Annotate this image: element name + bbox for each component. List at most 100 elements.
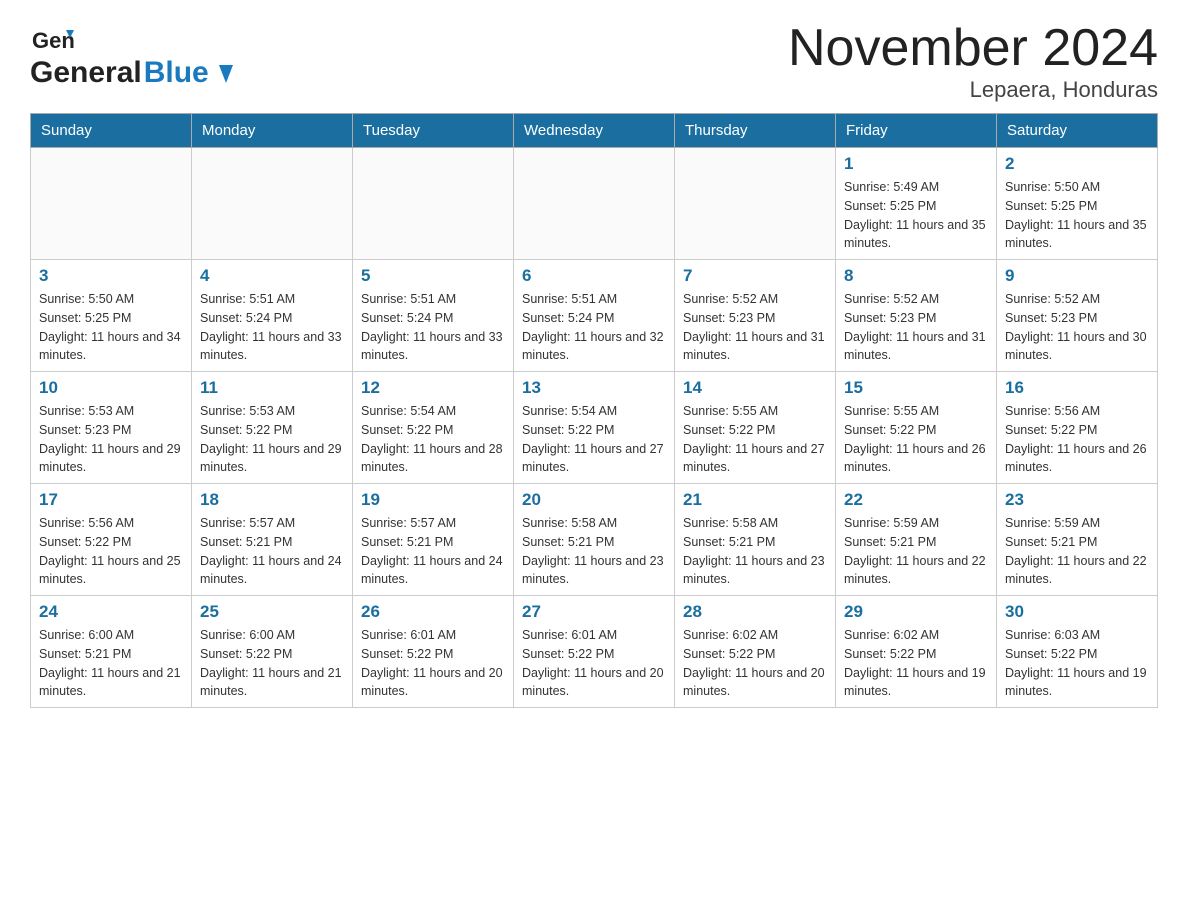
day-info: Sunrise: 5:59 AMSunset: 5:21 PMDaylight:… <box>844 514 988 589</box>
day-info: Sunrise: 5:52 AMSunset: 5:23 PMDaylight:… <box>1005 290 1149 365</box>
calendar-cell: 19 Sunrise: 5:57 AMSunset: 5:21 PMDayligh… <box>353 484 514 596</box>
calendar-cell: 11Sunrise: 5:53 AMSunset: 5:22 PMDayligh… <box>192 372 353 484</box>
calendar-cell: 16Sunrise: 5:56 AMSunset: 5:22 PMDayligh… <box>997 372 1158 484</box>
calendar-cell: 1Sunrise: 5:49 AMSunset: 5:25 PMDaylight… <box>836 148 997 260</box>
calendar-header: SundayMondayTuesdayWednesdayThursdayFrid… <box>31 114 1158 148</box>
weekday-header-friday: Friday <box>836 114 997 148</box>
weekday-header-wednesday: Wednesday <box>514 114 675 148</box>
day-number: 15 <box>844 378 988 398</box>
calendar-cell <box>675 148 836 260</box>
day-number: 14 <box>683 378 827 398</box>
day-number: 7 <box>683 266 827 286</box>
logo-triangle-icon <box>219 65 233 83</box>
day-info: Sunrise: 5:52 AMSunset: 5:23 PMDaylight:… <box>683 290 827 365</box>
calendar-cell <box>514 148 675 260</box>
day-info: Sunrise: 5:54 AMSunset: 5:22 PMDaylight:… <box>522 402 666 477</box>
day-info: Sunrise: 6:00 AMSunset: 5:21 PMDaylight:… <box>39 626 183 701</box>
day-info: Sunrise: 5:56 AMSunset: 5:22 PMDaylight:… <box>39 514 183 589</box>
day-info: Sunrise: 5:58 AMSunset: 5:21 PMDaylight:… <box>683 514 827 589</box>
day-info: Sunrise: 6:01 AMSunset: 5:22 PMDaylight:… <box>522 626 666 701</box>
day-info: Sunrise: 5:54 AMSunset: 5:22 PMDaylight:… <box>361 402 505 477</box>
calendar-cell: 17 Sunrise: 5:56 AMSunset: 5:22 PMDayligh… <box>31 484 192 596</box>
day-info: Sunrise: 5:58 AMSunset: 5:21 PMDaylight:… <box>522 514 666 589</box>
calendar-cell: 26Sunrise: 6:01 AMSunset: 5:22 PMDayligh… <box>353 596 514 708</box>
day-number: 23 <box>1005 490 1149 510</box>
calendar-cell: 24 Sunrise: 6:00 AMSunset: 5:21 PMDayligh… <box>31 596 192 708</box>
week-row-5: 24 Sunrise: 6:00 AMSunset: 5:21 PMDayligh… <box>31 596 1158 708</box>
day-info: Sunrise: 5:59 AMSunset: 5:21 PMDaylight:… <box>1005 514 1149 589</box>
day-info: Sunrise: 5:55 AMSunset: 5:22 PMDaylight:… <box>844 402 988 477</box>
calendar-cell: 25 Sunrise: 6:00 AMSunset: 5:22 PMDayligh… <box>192 596 353 708</box>
calendar-cell: 29 Sunrise: 6:02 AMSunset: 5:22 PMDayligh… <box>836 596 997 708</box>
calendar-cell <box>31 148 192 260</box>
week-row-4: 17 Sunrise: 5:56 AMSunset: 5:22 PMDayligh… <box>31 484 1158 596</box>
calendar-cell: 9 Sunrise: 5:52 AMSunset: 5:23 PMDaylight… <box>997 260 1158 372</box>
day-number: 22 <box>844 490 988 510</box>
weekday-header-saturday: Saturday <box>997 114 1158 148</box>
weekday-header-sunday: Sunday <box>31 114 192 148</box>
day-info: Sunrise: 5:51 AMSunset: 5:24 PMDaylight:… <box>361 290 505 365</box>
day-number: 18 <box>200 490 344 510</box>
day-number: 24 <box>39 602 183 622</box>
day-number: 25 <box>200 602 344 622</box>
calendar-cell: 13 Sunrise: 5:54 AMSunset: 5:22 PMDayligh… <box>514 372 675 484</box>
day-number: 3 <box>39 266 183 286</box>
day-info: Sunrise: 5:57 AMSunset: 5:21 PMDaylight:… <box>361 514 505 589</box>
day-number: 20 <box>522 490 666 510</box>
day-info: Sunrise: 5:52 AMSunset: 5:23 PMDaylight:… <box>844 290 988 365</box>
week-row-3: 10Sunrise: 5:53 AMSunset: 5:23 PMDayligh… <box>31 372 1158 484</box>
calendar-cell: 22 Sunrise: 5:59 AMSunset: 5:21 PMDayligh… <box>836 484 997 596</box>
calendar-cell: 2 Sunrise: 5:50 AMSunset: 5:25 PMDaylight… <box>997 148 1158 260</box>
day-info: Sunrise: 6:00 AMSunset: 5:22 PMDaylight:… <box>200 626 344 701</box>
day-number: 12 <box>361 378 505 398</box>
weekday-header-tuesday: Tuesday <box>353 114 514 148</box>
day-number: 4 <box>200 266 344 286</box>
day-number: 10 <box>39 378 183 398</box>
calendar-cell: 6Sunrise: 5:51 AMSunset: 5:24 PMDaylight… <box>514 260 675 372</box>
logo-blue-label: Blue <box>144 56 209 89</box>
day-number: 19 <box>361 490 505 510</box>
week-row-1: 1Sunrise: 5:49 AMSunset: 5:25 PMDaylight… <box>31 148 1158 260</box>
day-info: Sunrise: 5:50 AMSunset: 5:25 PMDaylight:… <box>39 290 183 365</box>
calendar-cell: 7 Sunrise: 5:52 AMSunset: 5:23 PMDaylight… <box>675 260 836 372</box>
calendar-cell: 21 Sunrise: 5:58 AMSunset: 5:21 PMDayligh… <box>675 484 836 596</box>
day-info: Sunrise: 5:50 AMSunset: 5:25 PMDaylight:… <box>1005 178 1149 253</box>
calendar-cell <box>192 148 353 260</box>
day-info: Sunrise: 5:51 AMSunset: 5:24 PMDaylight:… <box>200 290 344 365</box>
calendar-cell: 5 Sunrise: 5:51 AMSunset: 5:24 PMDaylight… <box>353 260 514 372</box>
calendar-cell: 4 Sunrise: 5:51 AMSunset: 5:24 PMDaylight… <box>192 260 353 372</box>
calendar-cell: 30 Sunrise: 6:03 AMSunset: 5:22 PMDayligh… <box>997 596 1158 708</box>
day-number: 2 <box>1005 154 1149 174</box>
calendar-cell: 15 Sunrise: 5:55 AMSunset: 5:22 PMDayligh… <box>836 372 997 484</box>
calendar-cell: 10Sunrise: 5:53 AMSunset: 5:23 PMDayligh… <box>31 372 192 484</box>
weekday-header-monday: Monday <box>192 114 353 148</box>
page-header: General General Blue November 2024 Lepae… <box>30 20 1158 103</box>
day-number: 13 <box>522 378 666 398</box>
day-number: 17 <box>39 490 183 510</box>
calendar-cell: 27Sunrise: 6:01 AMSunset: 5:22 PMDayligh… <box>514 596 675 708</box>
weekday-header-thursday: Thursday <box>675 114 836 148</box>
logo-general-text: General <box>30 56 142 90</box>
weekday-header-row: SundayMondayTuesdayWednesdayThursdayFrid… <box>31 114 1158 148</box>
day-number: 9 <box>1005 266 1149 286</box>
day-info: Sunrise: 6:02 AMSunset: 5:22 PMDaylight:… <box>844 626 988 701</box>
day-number: 30 <box>1005 602 1149 622</box>
day-number: 8 <box>844 266 988 286</box>
calendar-body: 1Sunrise: 5:49 AMSunset: 5:25 PMDaylight… <box>31 148 1158 708</box>
calendar-cell: 14Sunrise: 5:55 AMSunset: 5:22 PMDayligh… <box>675 372 836 484</box>
calendar-cell: 28Sunrise: 6:02 AMSunset: 5:22 PMDayligh… <box>675 596 836 708</box>
logo-blue-text: Blue <box>144 56 233 90</box>
day-number: 28 <box>683 602 827 622</box>
calendar-cell <box>353 148 514 260</box>
calendar-cell: 20 Sunrise: 5:58 AMSunset: 5:21 PMDayligh… <box>514 484 675 596</box>
day-info: Sunrise: 6:01 AMSunset: 5:22 PMDaylight:… <box>361 626 505 701</box>
day-number: 21 <box>683 490 827 510</box>
day-number: 29 <box>844 602 988 622</box>
day-info: Sunrise: 5:49 AMSunset: 5:25 PMDaylight:… <box>844 178 988 253</box>
calendar-table: SundayMondayTuesdayWednesdayThursdayFrid… <box>30 113 1158 708</box>
day-number: 16 <box>1005 378 1149 398</box>
day-info: Sunrise: 6:03 AMSunset: 5:22 PMDaylight:… <box>1005 626 1149 701</box>
page-title: November 2024 <box>788 20 1158 77</box>
day-number: 5 <box>361 266 505 286</box>
day-number: 6 <box>522 266 666 286</box>
